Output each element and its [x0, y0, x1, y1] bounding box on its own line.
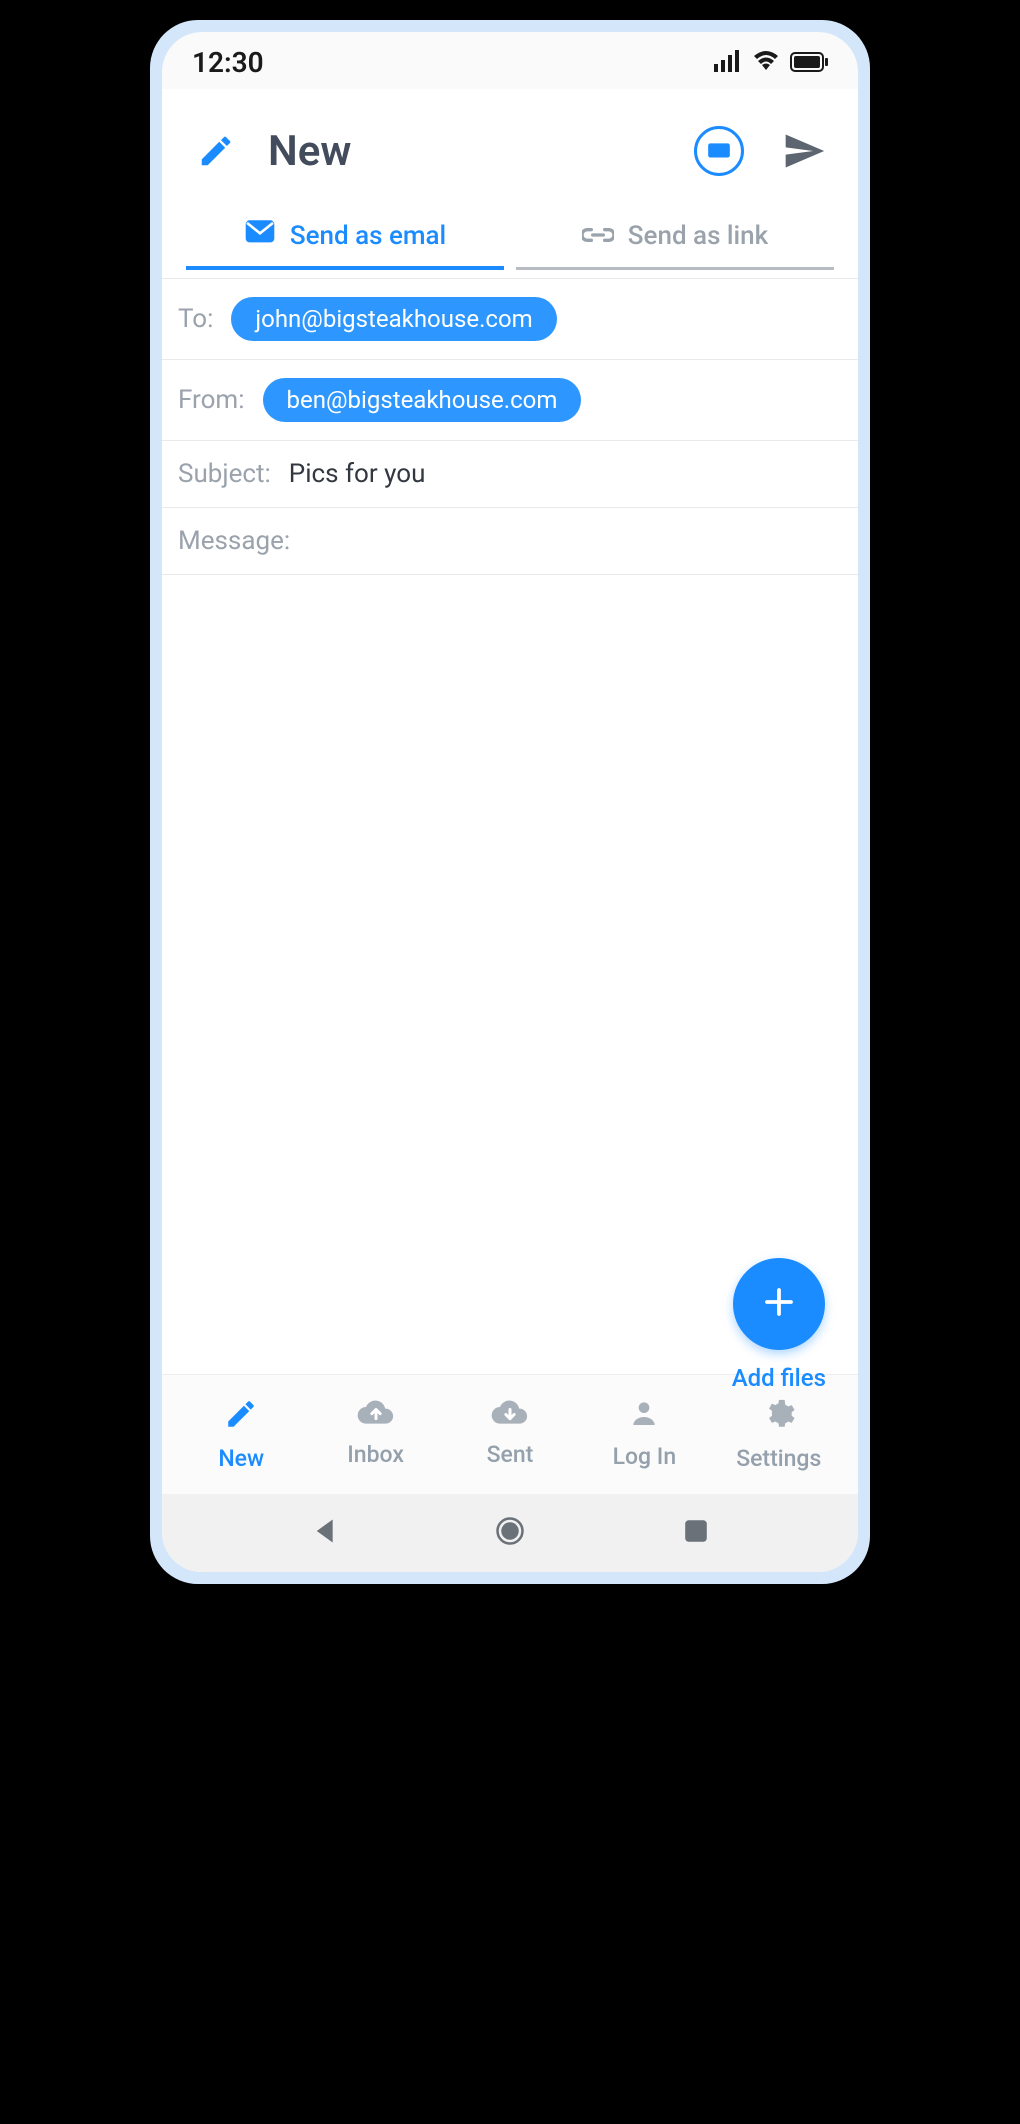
system-nav [162, 1494, 858, 1572]
battery-icon [790, 46, 828, 79]
person-icon [628, 1397, 660, 1433]
nav-login[interactable]: Log In [584, 1397, 704, 1472]
from-label: From: [178, 385, 245, 415]
cloud-download-icon [490, 1397, 530, 1431]
subject-input[interactable]: Pics for you [289, 459, 426, 489]
edit-icon [190, 125, 242, 177]
status-icons [714, 46, 828, 79]
screen: 12:30 New [162, 32, 858, 1572]
nav-login-label: Log In [613, 1443, 677, 1470]
tab-email-label: Send as emal [290, 221, 446, 251]
nav-inbox-label: Inbox [347, 1441, 404, 1468]
recent-icon[interactable] [684, 1519, 708, 1547]
nav-new-label: New [218, 1445, 264, 1472]
to-chip[interactable]: john@bigsteakhouse.com [231, 297, 556, 341]
phone-frame: 12:30 New [150, 20, 870, 1584]
wifi-icon [752, 46, 780, 79]
message-label: Message: [178, 526, 290, 556]
bottom-nav: New Inbox Sent Log In Settings [162, 1374, 858, 1494]
add-files-label: Add files [732, 1364, 826, 1392]
chat-icon[interactable] [694, 126, 744, 176]
page-title: New [268, 127, 668, 176]
add-files[interactable]: Add files [732, 1258, 826, 1392]
status-time: 12:30 [192, 46, 264, 79]
from-chip[interactable]: ben@bigsteakhouse.com [263, 378, 582, 422]
content-area: New Send as emal [162, 89, 858, 1572]
subject-label: Subject: [178, 459, 271, 489]
add-files-button[interactable] [733, 1258, 825, 1350]
nav-inbox[interactable]: Inbox [316, 1397, 436, 1472]
status-bar: 12:30 [162, 32, 858, 89]
send-mode-tabs: Send as emal Send as link [162, 205, 858, 270]
send-button[interactable] [778, 125, 830, 177]
nav-sent[interactable]: Sent [450, 1397, 570, 1472]
nav-settings-label: Settings [736, 1445, 821, 1472]
compose-header: New [162, 89, 858, 205]
nav-settings[interactable]: Settings [719, 1397, 839, 1472]
tab-link-label: Send as link [628, 221, 768, 251]
edit-icon [224, 1397, 258, 1435]
home-icon[interactable] [495, 1516, 525, 1550]
message-field[interactable]: Message: [162, 508, 858, 575]
mail-icon [244, 219, 276, 252]
to-label: To: [178, 304, 213, 334]
to-field[interactable]: To: john@bigsteakhouse.com [162, 278, 858, 360]
cloud-upload-icon [356, 1397, 396, 1431]
tab-send-link[interactable]: Send as link [516, 205, 834, 270]
subject-field[interactable]: Subject: Pics for you [162, 441, 858, 508]
nav-new[interactable]: New [181, 1397, 301, 1472]
back-icon[interactable] [312, 1518, 336, 1548]
message-body[interactable] [162, 575, 858, 1374]
tab-send-email[interactable]: Send as emal [186, 205, 504, 270]
plus-icon [761, 1284, 797, 1324]
from-field[interactable]: From: ben@bigsteakhouse.com [162, 360, 858, 441]
gear-icon [762, 1397, 796, 1435]
nav-sent-label: Sent [487, 1441, 534, 1468]
link-icon [582, 221, 614, 251]
signal-icon [714, 46, 742, 79]
